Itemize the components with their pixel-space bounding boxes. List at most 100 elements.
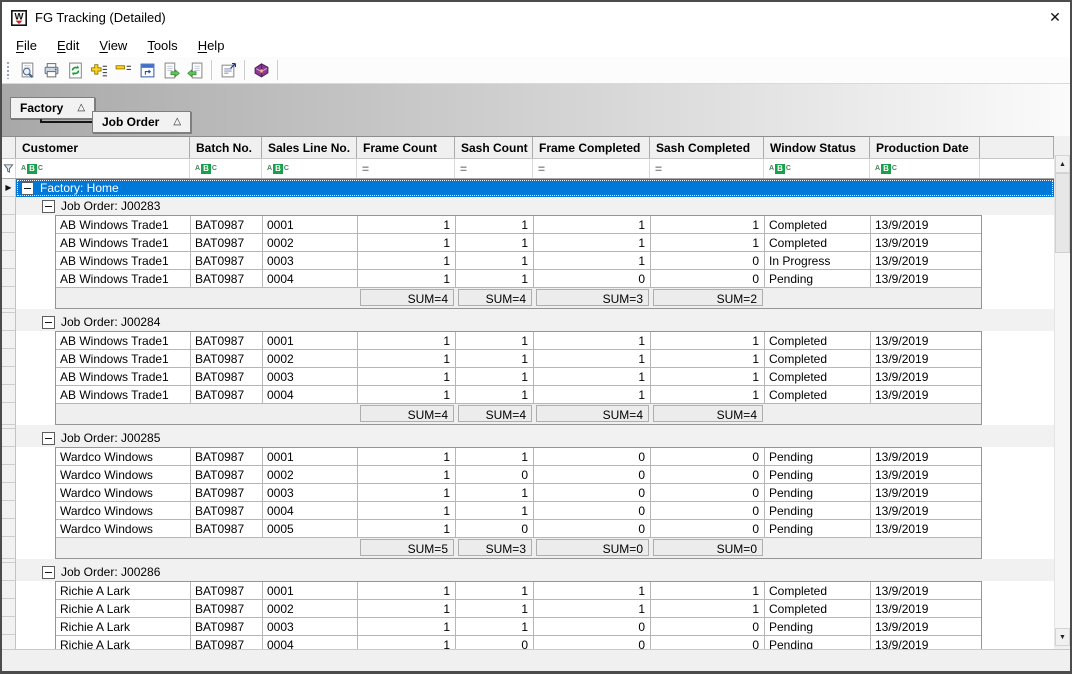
cell-batch_no[interactable]: BAT0987 bbox=[191, 484, 263, 501]
cell-batch_no[interactable]: BAT0987 bbox=[191, 216, 263, 233]
cell-sash_completed[interactable]: 1 bbox=[651, 368, 765, 385]
cell-customer[interactable]: AB Windows Trade1 bbox=[56, 252, 191, 269]
column-header-sash_count[interactable]: Sash Count bbox=[455, 137, 533, 158]
cell-sash_count[interactable]: 1 bbox=[456, 618, 534, 635]
table-row[interactable]: Richie A LarkBAT098700041000Pending13/9/… bbox=[56, 636, 981, 649]
cell-frame_count[interactable]: 1 bbox=[358, 484, 456, 501]
cell-sales_line_no[interactable]: 0001 bbox=[263, 448, 358, 465]
table-row[interactable]: AB Windows Trade1BAT098700011111Complete… bbox=[56, 332, 981, 350]
cell-sash_count[interactable]: 1 bbox=[456, 448, 534, 465]
cell-customer[interactable]: Wardco Windows bbox=[56, 520, 191, 537]
cell-sash_count[interactable]: 1 bbox=[456, 368, 534, 385]
cell-sales_line_no[interactable]: 0005 bbox=[263, 520, 358, 537]
cell-window_status[interactable]: Pending bbox=[765, 502, 871, 519]
cell-sash_count[interactable]: 1 bbox=[456, 216, 534, 233]
cell-frame_completed[interactable]: 1 bbox=[534, 350, 651, 367]
cell-window_status[interactable]: Completed bbox=[765, 600, 871, 617]
cell-batch_no[interactable]: BAT0987 bbox=[191, 270, 263, 287]
column-header-sales_line_no[interactable]: Sales Line No. bbox=[262, 137, 357, 158]
cell-window_status[interactable]: Pending bbox=[765, 270, 871, 287]
cell-customer[interactable]: Richie A Lark bbox=[56, 582, 191, 599]
cell-frame_count[interactable]: 1 bbox=[358, 350, 456, 367]
cell-sash_completed[interactable]: 1 bbox=[651, 582, 765, 599]
table-row[interactable]: Wardco WindowsBAT098700021000Pending13/9… bbox=[56, 466, 981, 484]
cell-production_date[interactable]: 13/9/2019 bbox=[871, 502, 981, 519]
cell-batch_no[interactable]: BAT0987 bbox=[191, 332, 263, 349]
refresh-icon[interactable] bbox=[63, 59, 87, 81]
column-header-sash_completed[interactable]: Sash Completed bbox=[650, 137, 764, 158]
table-row[interactable]: Richie A LarkBAT098700021111Completed13/… bbox=[56, 600, 981, 618]
cell-production_date[interactable]: 13/9/2019 bbox=[871, 350, 981, 367]
cell-window_status[interactable]: Completed bbox=[765, 216, 871, 233]
table-row[interactable]: AB Windows Trade1BAT098700011111Complete… bbox=[56, 216, 981, 234]
table-row[interactable]: AB Windows Trade1BAT098700031110In Progr… bbox=[56, 252, 981, 270]
cell-customer[interactable]: Wardco Windows bbox=[56, 466, 191, 483]
cell-sash_completed[interactable]: 1 bbox=[651, 332, 765, 349]
table-row[interactable]: AB Windows Trade1BAT098700041111Complete… bbox=[56, 386, 981, 404]
cell-window_status[interactable]: Pending bbox=[765, 466, 871, 483]
table-row[interactable]: AB Windows Trade1BAT098700041100Pending1… bbox=[56, 270, 981, 288]
cell-production_date[interactable]: 13/9/2019 bbox=[871, 368, 981, 385]
factory-group-row[interactable]: ▶Factory: Home bbox=[2, 179, 1054, 197]
collapse-group-icon[interactable] bbox=[42, 316, 55, 329]
cell-frame_completed[interactable]: 0 bbox=[534, 484, 651, 501]
cell-window_status[interactable]: Completed bbox=[765, 350, 871, 367]
cell-window_status[interactable]: Pending bbox=[765, 484, 871, 501]
cell-sash_completed[interactable]: 0 bbox=[651, 484, 765, 501]
cell-sash_completed[interactable]: 1 bbox=[651, 234, 765, 251]
scroll-down-button[interactable]: ▼ bbox=[1055, 628, 1070, 646]
show-group-panel-icon[interactable] bbox=[135, 59, 159, 81]
cell-sash_completed[interactable]: 0 bbox=[651, 270, 765, 287]
cell-frame_completed[interactable]: 0 bbox=[534, 520, 651, 537]
scrollbar-thumb[interactable] bbox=[1055, 173, 1070, 253]
table-row[interactable]: Wardco WindowsBAT098700041100Pending13/9… bbox=[56, 502, 981, 520]
cell-customer[interactable]: Richie A Lark bbox=[56, 618, 191, 635]
cell-frame_completed[interactable]: 1 bbox=[534, 368, 651, 385]
table-row[interactable]: Richie A LarkBAT098700031100Pending13/9/… bbox=[56, 618, 981, 636]
cell-production_date[interactable]: 13/9/2019 bbox=[871, 618, 981, 635]
cell-sash_completed[interactable]: 0 bbox=[651, 466, 765, 483]
table-row[interactable]: AB Windows Trade1BAT098700021111Complete… bbox=[56, 234, 981, 252]
cell-batch_no[interactable]: BAT0987 bbox=[191, 466, 263, 483]
cell-sales_line_no[interactable]: 0003 bbox=[263, 252, 358, 269]
cell-batch_no[interactable]: BAT0987 bbox=[191, 618, 263, 635]
cell-sales_line_no[interactable]: 0004 bbox=[263, 636, 358, 649]
cell-batch_no[interactable]: BAT0987 bbox=[191, 350, 263, 367]
cell-production_date[interactable]: 13/9/2019 bbox=[871, 448, 981, 465]
cell-production_date[interactable]: 13/9/2019 bbox=[871, 386, 981, 403]
cell-window_status[interactable]: Pending bbox=[765, 520, 871, 537]
cell-batch_no[interactable]: BAT0987 bbox=[191, 502, 263, 519]
cell-window_status[interactable]: Pending bbox=[765, 448, 871, 465]
cell-sash_count[interactable]: 1 bbox=[456, 600, 534, 617]
filter-cell-sales_line_no[interactable]: ABC bbox=[262, 159, 357, 178]
cell-sales_line_no[interactable]: 0002 bbox=[263, 350, 358, 367]
cell-batch_no[interactable]: BAT0987 bbox=[191, 386, 263, 403]
cell-sash_completed[interactable]: 0 bbox=[651, 636, 765, 649]
cell-production_date[interactable]: 13/9/2019 bbox=[871, 270, 981, 287]
cell-frame_completed[interactable]: 0 bbox=[534, 448, 651, 465]
properties-icon[interactable] bbox=[216, 59, 240, 81]
cell-window_status[interactable]: Completed bbox=[765, 368, 871, 385]
group-by-panel[interactable]: Factory△Job Order△ bbox=[2, 84, 1070, 136]
column-header-customer[interactable]: Customer bbox=[16, 137, 190, 158]
cell-frame_count[interactable]: 1 bbox=[358, 502, 456, 519]
cell-frame_completed[interactable]: 0 bbox=[534, 636, 651, 649]
group-by-button-factory[interactable]: Factory△ bbox=[10, 97, 95, 119]
help-icon[interactable] bbox=[249, 59, 273, 81]
filter-cell-batch_no[interactable]: ABC bbox=[190, 159, 262, 178]
filter-cell-production_date[interactable]: ABC bbox=[870, 159, 980, 178]
collapse-group-icon[interactable] bbox=[21, 182, 34, 195]
cell-sash_completed[interactable]: 0 bbox=[651, 448, 765, 465]
menu-item-view[interactable]: View bbox=[89, 35, 137, 56]
cell-frame_count[interactable]: 1 bbox=[358, 216, 456, 233]
cell-sash_count[interactable]: 1 bbox=[456, 484, 534, 501]
menu-item-help[interactable]: Help bbox=[188, 35, 235, 56]
cell-production_date[interactable]: 13/9/2019 bbox=[871, 332, 981, 349]
cell-customer[interactable]: Richie A Lark bbox=[56, 600, 191, 617]
cell-sales_line_no[interactable]: 0004 bbox=[263, 270, 358, 287]
column-header-frame_completed[interactable]: Frame Completed bbox=[533, 137, 650, 158]
cell-sales_line_no[interactable]: 0004 bbox=[263, 502, 358, 519]
cell-frame_count[interactable]: 1 bbox=[358, 252, 456, 269]
cell-sash_count[interactable]: 0 bbox=[456, 636, 534, 649]
table-row[interactable]: Wardco WindowsBAT098700051000Pending13/9… bbox=[56, 520, 981, 538]
